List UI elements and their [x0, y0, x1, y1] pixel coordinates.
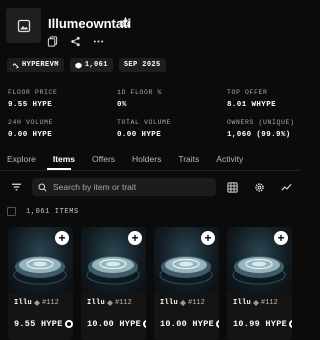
select-all-checkbox[interactable] [7, 207, 16, 216]
hype-coin-icon [216, 320, 219, 328]
diamond-icon [180, 300, 186, 306]
stat-value-1d-floor: 0% [117, 101, 127, 109]
item-price: 10.99 HYPE [233, 319, 292, 329]
hype-coin-icon [143, 320, 146, 328]
filter-button[interactable] [6, 178, 26, 196]
analytics-button[interactable] [276, 178, 296, 196]
item-price: 9.55 HYPE [14, 319, 73, 329]
diamond-icon [34, 300, 40, 306]
stat-label-1d-floor: 1D FLOOR % [117, 89, 163, 96]
supply-chip: 1,061 [69, 58, 113, 72]
stat-value-total-volume: 0.00 HYPE [117, 131, 162, 139]
stat-label-owners: OWNERS (UNIQUE) [227, 119, 295, 126]
stat-label-total-volume: TOTAL VOLUME [117, 119, 172, 126]
tab-offers[interactable]: Offers [92, 154, 115, 164]
share-icon[interactable] [70, 36, 81, 47]
tab-activity[interactable]: Activity [216, 154, 243, 164]
gear-icon [254, 182, 264, 192]
item-price: 10.00 HYPE [160, 319, 219, 329]
collection-title: Illumeowntati [48, 16, 132, 31]
tab-explore[interactable]: Explore [7, 154, 36, 164]
settings-button[interactable] [249, 178, 269, 196]
hype-coin-icon [64, 320, 73, 328]
item-name: Illu [160, 299, 179, 307]
item-name: Illu [87, 299, 106, 307]
copy-icon[interactable] [47, 36, 58, 47]
stat-label-24h-volume: 24H VOLUME [8, 119, 54, 126]
item-card[interactable]: + Illu #112 9.55 HYPE [8, 227, 73, 340]
tab-items[interactable]: Items [53, 154, 75, 164]
item-card[interactable]: + Illu #112 10.99 HYPE [227, 227, 292, 340]
image-icon [17, 19, 30, 32]
collection-chips: HYPEREVM 1,061 SEP 2025 [7, 58, 166, 72]
stat-label-top-offer: TOP OFFER [227, 89, 268, 96]
item-token-id: #112 [34, 299, 59, 307]
collection-avatar [6, 8, 41, 43]
stat-value-owners: 1,060 (99.9%) [227, 131, 291, 139]
add-to-cart-button[interactable]: + [201, 231, 215, 245]
stat-value-floor-price: 9.55 HYPE [8, 101, 53, 109]
search-placeholder: Search by item or trait [53, 182, 137, 192]
grid-icon [226, 181, 238, 193]
add-to-cart-button[interactable]: + [128, 231, 142, 245]
collection-actions [47, 36, 104, 47]
item-token-id: #112 [107, 299, 132, 307]
hype-coin-icon [289, 320, 292, 328]
created-date-chip: SEP 2025 [118, 58, 166, 72]
item-name: Illu [14, 299, 33, 307]
item-token-id: #112 [253, 299, 278, 307]
grid-view-button[interactable] [222, 178, 242, 196]
tab-holders[interactable]: Holders [132, 154, 161, 164]
item-price: 10.00 HYPE [87, 319, 146, 329]
tabs-divider [0, 170, 300, 171]
add-to-cart-button[interactable]: + [55, 231, 69, 245]
item-name: Illu [233, 299, 252, 307]
add-to-cart-button[interactable]: + [274, 231, 288, 245]
diamond-icon [253, 300, 259, 306]
search-icon [38, 182, 47, 191]
search-input[interactable]: Search by item or trait [32, 178, 216, 196]
stat-label-floor-price: FLOOR PRICE [8, 89, 58, 96]
chain-chip: HYPEREVM [7, 58, 64, 72]
tab-traits[interactable]: Traits [178, 154, 199, 164]
diamond-icon [107, 300, 113, 306]
favorite-star-icon[interactable] [119, 15, 132, 33]
trend-chart-icon [280, 183, 291, 191]
stat-value-top-offer: 8.01 WHYPE [227, 101, 277, 109]
items-count: 1,061 ITEMS [26, 208, 79, 216]
collection-tabs: Explore Items Offers Holders Traits Acti… [7, 154, 243, 164]
stat-value-24h-volume: 0.00 HYPE [8, 131, 53, 139]
item-card[interactable]: + Illu #112 10.00 HYPE [154, 227, 219, 340]
link-icon [12, 62, 19, 69]
filter-icon [11, 183, 21, 191]
item-card[interactable]: + Illu #112 10.00 HYPE [81, 227, 146, 340]
more-options-icon[interactable] [93, 36, 104, 47]
cube-icon [75, 61, 82, 69]
item-token-id: #112 [180, 299, 205, 307]
